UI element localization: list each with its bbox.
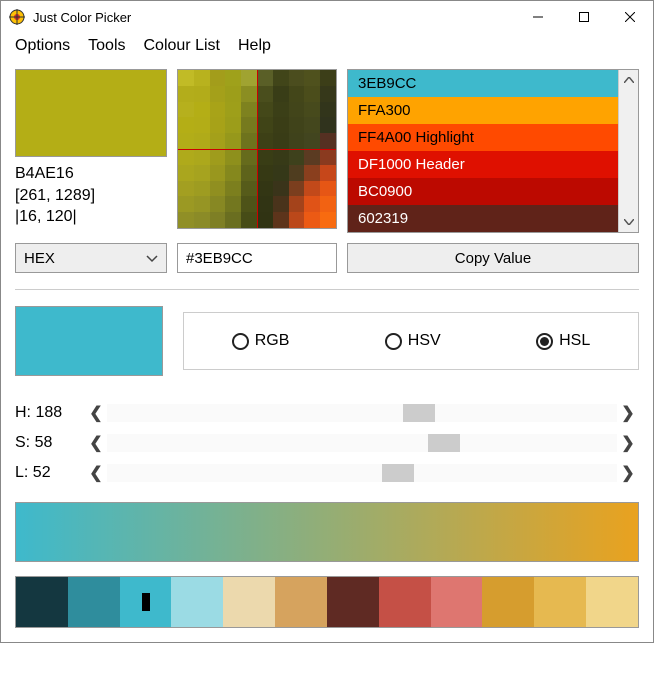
- radio-icon: [385, 333, 402, 350]
- picked-color-info: B4AE16 [261, 1289] |16, 120|: [15, 163, 167, 228]
- maximize-button[interactable]: [561, 1, 607, 33]
- palette-swatch[interactable]: [586, 577, 638, 627]
- magnifier[interactable]: [177, 69, 337, 229]
- chevron-right-icon[interactable]: ❯: [617, 433, 639, 453]
- format-select-value: HEX: [24, 250, 55, 267]
- colour-list-item[interactable]: FFA300: [348, 97, 618, 124]
- palette-swatch[interactable]: [120, 577, 172, 627]
- slider-h-label: H: 188: [15, 404, 85, 422]
- palette-swatch[interactable]: [327, 577, 379, 627]
- palette-swatch[interactable]: [431, 577, 483, 627]
- copy-value-button[interactable]: Copy Value: [347, 243, 639, 273]
- menubar: Options Tools Colour List Help: [1, 33, 653, 63]
- color-mode-group: RGB HSV HSL: [183, 312, 639, 370]
- divider: [15, 289, 639, 290]
- color-value-input[interactable]: [177, 243, 337, 273]
- colour-list-item[interactable]: 602319: [348, 205, 618, 232]
- chevron-left-icon[interactable]: ❮: [85, 403, 107, 423]
- menu-tools[interactable]: Tools: [88, 37, 125, 55]
- palette: [15, 576, 639, 628]
- crosshair-v: [257, 70, 258, 228]
- colour-list-item[interactable]: FF4A00 Highlight: [348, 124, 618, 151]
- picked-hex: B4AE16: [15, 163, 167, 185]
- chevron-right-icon[interactable]: ❯: [617, 403, 639, 423]
- palette-swatch[interactable]: [275, 577, 327, 627]
- close-button[interactable]: [607, 1, 653, 33]
- slider-s-label: S: 58: [15, 434, 85, 452]
- radio-rgb[interactable]: RGB: [232, 332, 290, 350]
- slider-s[interactable]: ❮ ❯: [85, 433, 639, 453]
- radio-hsl[interactable]: HSL: [536, 332, 590, 350]
- chevron-right-icon[interactable]: ❯: [617, 463, 639, 483]
- colour-list: 3EB9CCFFA300FF4A00 HighlightDF1000 Heade…: [347, 69, 639, 233]
- app-icon: [9, 9, 25, 25]
- window-title: Just Color Picker: [33, 10, 515, 25]
- radio-icon: [536, 333, 553, 350]
- selected-color-swatch: [15, 306, 163, 376]
- palette-marker: [142, 593, 150, 611]
- palette-swatch[interactable]: [482, 577, 534, 627]
- palette-swatch[interactable]: [534, 577, 586, 627]
- colour-list-item[interactable]: 3EB9CC: [348, 70, 618, 97]
- slider-l[interactable]: ❮ ❯: [85, 463, 639, 483]
- radio-icon: [232, 333, 249, 350]
- titlebar: Just Color Picker: [1, 1, 653, 33]
- scroll-down-icon[interactable]: [619, 212, 638, 232]
- palette-swatch[interactable]: [16, 577, 68, 627]
- scroll-up-icon[interactable]: [619, 70, 638, 90]
- chevron-down-icon: [146, 250, 158, 267]
- palette-swatch[interactable]: [223, 577, 275, 627]
- format-select[interactable]: HEX: [15, 243, 167, 273]
- colour-list-item[interactable]: BC0900: [348, 178, 618, 205]
- minimize-button[interactable]: [515, 1, 561, 33]
- menu-help[interactable]: Help: [238, 37, 271, 55]
- chevron-left-icon[interactable]: ❮: [85, 433, 107, 453]
- chevron-left-icon[interactable]: ❮: [85, 463, 107, 483]
- slider-h[interactable]: ❮ ❯: [85, 403, 639, 423]
- gradient-bar[interactable]: [15, 502, 639, 562]
- slider-l-label: L: 52: [15, 464, 85, 482]
- picked-zoom: |16, 120|: [15, 206, 167, 228]
- palette-swatch[interactable]: [379, 577, 431, 627]
- menu-colour-list[interactable]: Colour List: [144, 37, 220, 55]
- radio-hsv[interactable]: HSV: [385, 332, 441, 350]
- colour-list-scrollbar[interactable]: [618, 70, 638, 232]
- menu-options[interactable]: Options: [15, 37, 70, 55]
- picked-color-swatch: [15, 69, 167, 157]
- palette-swatch[interactable]: [68, 577, 120, 627]
- palette-swatch[interactable]: [171, 577, 223, 627]
- colour-list-item[interactable]: DF1000 Header: [348, 151, 618, 178]
- picked-coords: [261, 1289]: [15, 185, 167, 207]
